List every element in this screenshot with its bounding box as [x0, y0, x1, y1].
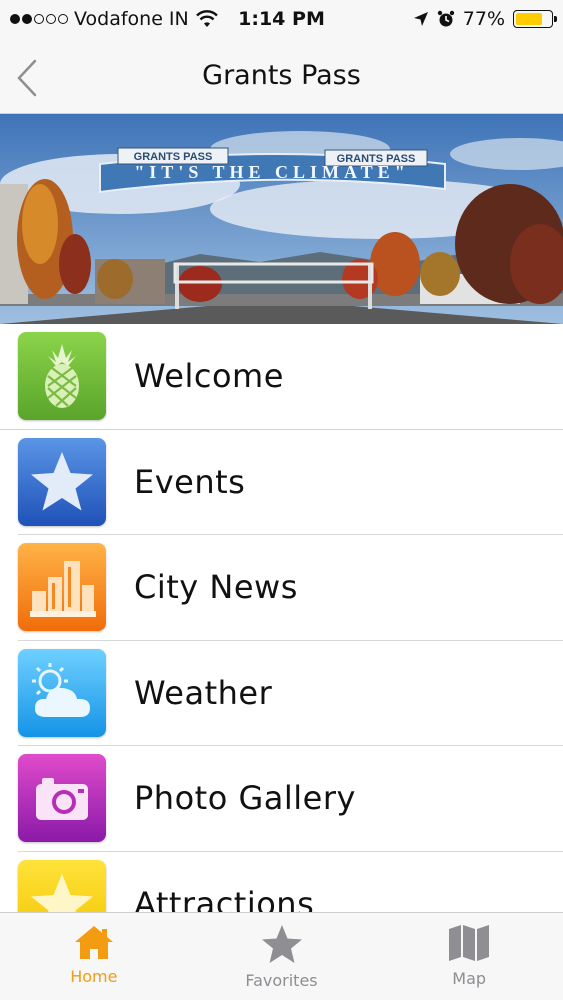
battery-icon	[513, 10, 557, 28]
menu-item-attractions[interactable]: Attractions	[18, 852, 563, 912]
menu-item-events[interactable]: Events	[18, 430, 563, 535]
pineapple-icon	[18, 332, 106, 421]
page-title: Grants Pass	[202, 60, 361, 91]
menu-label: Weather	[134, 673, 273, 712]
tab-bar: Home Favorites Map	[0, 912, 563, 1000]
tab-favorites[interactable]: Favorites	[188, 913, 376, 1000]
banner-image: GRANTS PASS GRANTS PASS "IT'S THE CLIMAT…	[0, 114, 563, 324]
navigation-bar: Grants Pass	[0, 38, 563, 114]
menu-item-photo-gallery[interactable]: Photo Gallery	[18, 746, 563, 852]
buildings-icon	[18, 543, 106, 632]
map-icon	[449, 925, 490, 961]
location-arrow-icon	[413, 12, 428, 26]
menu-item-weather[interactable]: Weather	[18, 641, 563, 746]
menu-item-welcome[interactable]: Welcome	[0, 324, 563, 430]
home-icon	[74, 926, 113, 959]
sun-cloud-icon	[18, 648, 106, 737]
battery-fill	[516, 13, 543, 25]
menu-label: Attractions	[134, 884, 315, 912]
wifi-icon	[195, 10, 218, 27]
status-bar: Vodafone IN 1:14 PM 77%	[0, 0, 563, 38]
tab-label: Map	[452, 969, 487, 988]
back-button[interactable]	[12, 58, 42, 98]
street-photo: GRANTS PASS GRANTS PASS "IT'S THE CLIMAT…	[0, 114, 563, 324]
chevron-left-icon	[17, 59, 37, 97]
menu-label: Events	[134, 462, 246, 501]
status-left: Vodafone IN	[10, 8, 413, 30]
menu-item-city-news[interactable]: City News	[18, 535, 563, 641]
battery-percent: 77%	[462, 8, 505, 30]
status-right: 77%	[413, 8, 557, 30]
carrier-label: Vodafone IN	[74, 8, 189, 30]
menu-label: Photo Gallery	[134, 779, 356, 818]
tab-map[interactable]: Map	[375, 913, 563, 1000]
tab-label: Home	[70, 967, 118, 986]
camera-icon	[18, 754, 106, 843]
menu-label: City News	[134, 568, 298, 607]
alarm-clock-icon	[437, 10, 454, 27]
menu-label: Welcome	[134, 357, 284, 396]
signal-strength-icon	[10, 14, 68, 24]
tab-home[interactable]: Home	[0, 913, 188, 1000]
star-icon	[261, 925, 302, 963]
menu-list: Welcome Events City News Weather Photo G…	[0, 324, 563, 912]
star-icon	[18, 437, 106, 526]
sign-main-text: "IT'S THE CLIMATE"	[134, 162, 409, 182]
tab-label: Favorites	[245, 971, 318, 990]
star-icon	[18, 859, 106, 912]
